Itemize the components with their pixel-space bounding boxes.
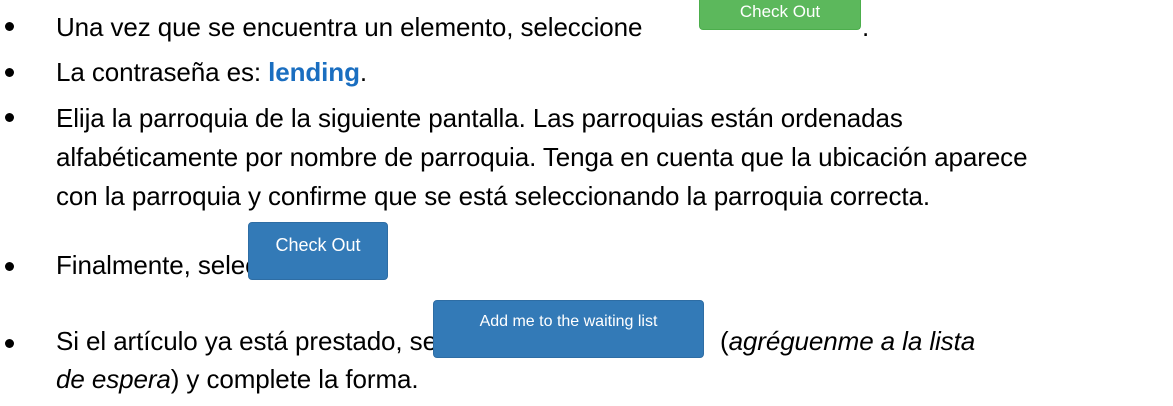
item-3-line-2: alfabéticamente por nombre de parroquia.…: [56, 142, 1028, 172]
item-5-paren: (agréguenme a la lista: [720, 326, 976, 356]
item-5-line-2: de espera) y complete la forma.: [56, 364, 419, 394]
waiting-list-translation-1: agréguenme a la lista: [728, 326, 976, 356]
add-to-waiting-list-button[interactable]: Add me to the waiting list: [433, 300, 704, 358]
waiting-list-label: Add me to the waiting list: [479, 313, 658, 330]
item-3-line-3: con la parroquia y confirme que se está …: [56, 181, 931, 211]
bullet-2: [5, 68, 14, 77]
check-out-blue-label: Check Out: [275, 235, 361, 255]
item-1: Una vez que se encuentra un elemento, se…: [56, 12, 642, 42]
bullet-1: [5, 22, 14, 31]
bullet-4: [5, 262, 14, 271]
waiting-list-translation-2: de espera: [56, 364, 171, 394]
password-text: lending: [268, 57, 360, 87]
item-1-period: .: [862, 12, 870, 42]
check-out-button-green[interactable]: Check Out: [699, 0, 861, 30]
instructions-list: Una vez que se encuentra un elemento, se…: [0, 0, 1173, 406]
item-1-text: Una vez que se encuentra un elemento, se…: [56, 12, 643, 42]
item-3-line-1: Elija la parroquia de la siguiente panta…: [56, 103, 903, 133]
bullet-5: [5, 339, 14, 348]
bullet-3: [5, 113, 14, 122]
item-2: La contraseña es: lending.: [56, 57, 367, 87]
check-out-green-label: Check Out: [739, 1, 821, 21]
check-out-button-blue[interactable]: Check Out: [248, 222, 388, 280]
